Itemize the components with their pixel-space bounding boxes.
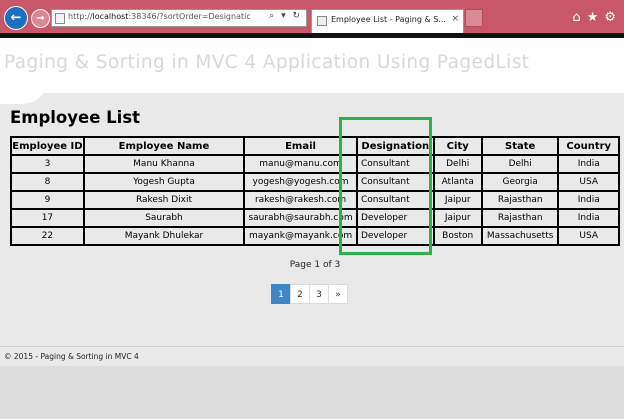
designation-highlight-box [339,117,432,255]
cell-city: Atlanta [432,172,483,192]
table-row: 8 Yogesh Gupta yogesh@yogesh.com Consult… [10,172,620,192]
star-icon[interactable]: ★ [587,10,599,25]
site-header: Paging & Sorting in MVC 4 Application Us… [0,38,624,93]
tab-employee-list[interactable]: Employee List - Paging & S... × [311,9,464,33]
browser-icons: ⌂ ★ ⚙ [566,10,616,25]
cell-country: India [557,154,620,174]
page-link-2[interactable]: 2 [290,284,310,304]
cell-employee-id: 9 [10,190,85,210]
column-header[interactable]: Country [557,136,620,156]
page-link-next[interactable]: » [328,284,348,304]
column-header[interactable]: Employee Name [82,136,246,156]
cell-employee-id: 8 [10,172,85,192]
gear-icon[interactable]: ⚙ [604,10,616,25]
new-tab-button[interactable] [465,9,483,27]
cell-employee-id: 22 [10,226,85,246]
cell-employee-id: 17 [10,208,85,228]
cell-state: Rajasthan [480,190,560,210]
table-row: 3 Manu Khanna manu@manu.com Consultant D… [10,154,620,174]
cell-city: Jaipur [432,208,483,228]
header-curve [0,88,44,104]
table-row: 22 Mayank Dhulekar mayank@mayank.com Dev… [10,226,620,246]
column-header[interactable]: Employee ID [10,136,85,156]
cell-city: Boston [432,226,483,246]
cell-employee-name: Yogesh Gupta [82,172,246,192]
browser-toolbar: ← → http://localhost:38346/?sortOrder=De… [0,0,624,33]
page-link-1[interactable]: 1 [271,284,291,304]
cell-state: Massachusetts [480,226,560,246]
employee-table: Employee ID Employee Name Email Designat… [10,136,620,246]
page-bottom [0,366,624,419]
cell-city: Delhi [432,154,483,174]
address-url[interactable]: http://localhost:38346/?sortOrder=Design… [68,12,250,21]
table-row: 17 Saurabh saurabh@saurabh.com Developer… [10,208,620,228]
cell-employee-name: Rakesh Dixit [82,190,246,210]
cell-employee-name: Mayank Dhulekar [82,226,246,246]
cell-state: Delhi [480,154,560,174]
cell-state: Georgia [480,172,560,192]
forward-button[interactable]: → [31,9,50,28]
cell-country: India [557,208,620,228]
page-info: Page 1 of 3 [289,260,341,270]
page-link-3[interactable]: 3 [309,284,329,304]
back-arrow-icon: ← [10,10,22,26]
home-icon[interactable]: ⌂ [572,10,580,25]
cell-country: USA [557,172,620,192]
page-icon [55,13,65,24]
forward-arrow-icon: → [36,12,45,24]
page-title: Employee List [10,108,141,127]
cell-employee-name: Saurabh [82,208,246,228]
tab-page-icon [317,16,327,26]
back-button[interactable]: ← [4,6,28,30]
footer-text: © 2015 - Paging & Sorting in MVC 4 [4,352,139,361]
cell-employee-id: 3 [10,154,85,174]
column-header[interactable]: State [480,136,560,156]
cell-state: Rajasthan [480,208,560,228]
pagination: 1 2 3 » [271,284,348,304]
site-title[interactable]: Paging & Sorting in MVC 4 Application Us… [4,52,529,73]
table-header-row: Employee ID Employee Name Email Designat… [10,136,620,156]
address-bar[interactable]: http://localhost:38346/?sortOrder=Design… [51,9,307,27]
table-row: 9 Rakesh Dixit rakesh@rakesh.com Consult… [10,190,620,210]
cell-country: India [557,190,620,210]
footer-divider [0,346,624,347]
address-actions-icon[interactable]: ⌕ ▾ ↻ [269,11,302,21]
column-header[interactable]: City [432,136,483,156]
close-tab-icon[interactable]: × [451,14,459,24]
tab-title: Employee List - Paging & S... [331,15,446,24]
cell-country: USA [557,226,620,246]
cell-employee-name: Manu Khanna [82,154,246,174]
cell-city: Jaipur [432,190,483,210]
